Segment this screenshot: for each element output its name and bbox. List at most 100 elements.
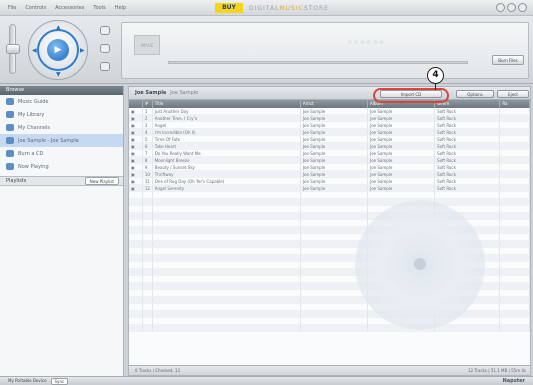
- track-check-icon[interactable]: ▣: [129, 150, 143, 156]
- track-check-icon[interactable]: ▣: [129, 108, 143, 114]
- empty-cell: [153, 227, 301, 233]
- empty-cell: [500, 318, 530, 324]
- empty-cell: [129, 241, 143, 247]
- sidebar-item-channels[interactable]: My Channels: [0, 121, 123, 134]
- menu-help[interactable]: Help: [115, 5, 126, 11]
- sidebar-item-album[interactable]: Joe Sample - Joe Sample: [0, 134, 123, 147]
- track-artist: Joe Sample: [301, 122, 369, 128]
- sidebar-item-label: My Library: [18, 111, 45, 118]
- store-branding: BUY DIGITALMUSICSTORE: [215, 3, 329, 13]
- player-controls: ▲ ▼ ◀ ▶ ▶ IMAGE ☆☆☆☆☆☆ Burn Files: [0, 16, 533, 84]
- rating-stars[interactable]: ☆☆☆☆☆☆: [347, 39, 385, 46]
- empty-cell: [129, 248, 143, 254]
- play-icon[interactable]: ▶: [47, 39, 69, 61]
- empty-cell: [143, 276, 153, 282]
- maximize-icon[interactable]: [507, 3, 516, 12]
- track-check-icon[interactable]: ▣: [129, 136, 143, 142]
- close-icon[interactable]: [518, 3, 527, 12]
- column-rating[interactable]: Ra: [500, 100, 530, 108]
- empty-cell: [153, 318, 301, 324]
- empty-cell: [143, 325, 153, 331]
- volume-knob[interactable]: [6, 44, 20, 54]
- table-row[interactable]: ▣ 2 Another Time, I Cry'n Joe Sample Joe Sam…: [129, 115, 530, 122]
- album-art: IMAGE: [134, 35, 160, 55]
- next-icon[interactable]: ▶: [80, 47, 85, 54]
- table-row[interactable]: ▣ 5 Time Of Fate Joe Sample Joe Sample Soft R…: [129, 136, 530, 143]
- repeat-icon[interactable]: [100, 26, 110, 35]
- volume-down-icon[interactable]: ▼: [56, 71, 61, 78]
- column-check[interactable]: [129, 100, 143, 108]
- new-playlist-button[interactable]: New Playlist: [84, 177, 119, 185]
- column-title[interactable]: Title: [153, 100, 301, 108]
- mute-icon[interactable]: [100, 62, 110, 71]
- playback-wheel: ▲ ▼ ◀ ▶ ▶: [28, 20, 88, 80]
- progress-bar[interactable]: [168, 61, 468, 64]
- browse-header: Browse: [0, 86, 123, 95]
- volume-up-icon[interactable]: ▲: [56, 24, 61, 31]
- track-check-icon[interactable]: ▣: [129, 178, 143, 184]
- menu-tools[interactable]: Tools: [93, 5, 105, 11]
- status-bar: 0 Tracks | Checked: 12 12 Tracks | 51.1 …: [129, 365, 530, 375]
- table-row[interactable]: ▣ 3 Angel Joe Sample Joe Sample Soft Rock: [129, 122, 530, 129]
- track-artist: Joe Sample: [301, 171, 369, 177]
- empty-cell: [500, 290, 530, 296]
- table-row[interactable]: ▣ 1 Just Another Day Joe Sample Joe Sample So…: [129, 108, 530, 115]
- burn-files-button[interactable]: Burn Files: [492, 55, 524, 65]
- table-row[interactable]: ▣ 4 I'm Incredible (Oh Il) Joe Sample Joe Sa…: [129, 129, 530, 136]
- shuffle-icon[interactable]: [100, 44, 110, 53]
- sync-button[interactable]: Sync: [50, 378, 69, 385]
- empty-cell: [153, 304, 301, 310]
- empty-cell: [143, 213, 153, 219]
- table-row[interactable]: ▣ 12 Angel Serenity Joe Sample Joe Sample Sof…: [129, 185, 530, 192]
- table-row[interactable]: ▣ 9 Beauty / Sunset Sky Joe Sample Joe Sampl…: [129, 164, 530, 171]
- eject-button[interactable]: Eject: [497, 90, 529, 98]
- sidebar-item-now-playing[interactable]: Now Playing: [0, 160, 123, 173]
- track-check-icon[interactable]: ▣: [129, 185, 143, 191]
- table-row[interactable]: ▣ 10 Thriftway Joe Sample Joe Sample Soft Roc…: [129, 171, 530, 178]
- empty-cell: [153, 255, 301, 261]
- track-check-icon[interactable]: ▣: [129, 157, 143, 163]
- menu-controls[interactable]: Controls: [25, 5, 46, 11]
- column-artist[interactable]: Artist: [301, 100, 369, 108]
- empty-cell: [301, 227, 369, 233]
- empty-cell: [153, 234, 301, 240]
- sidebar-item-library[interactable]: My Library: [0, 108, 123, 121]
- callout-connector: [435, 83, 436, 90]
- track-check-icon[interactable]: ▣: [129, 129, 143, 135]
- track-album: Joe Sample: [368, 171, 436, 177]
- empty-cell: [153, 297, 301, 303]
- table-row[interactable]: ▣ 8 Moonlight Breeze Joe Sample Joe Sample So…: [129, 157, 530, 164]
- track-check-icon[interactable]: ▣: [129, 115, 143, 121]
- track-number: 10: [143, 171, 153, 177]
- track-check-icon[interactable]: ▣: [129, 171, 143, 177]
- empty-cell: [301, 318, 369, 324]
- menu-file[interactable]: File: [8, 5, 16, 11]
- empty-cell: [143, 290, 153, 296]
- column-number[interactable]: #: [143, 100, 153, 108]
- track-number: 4: [143, 129, 153, 135]
- track-check-icon[interactable]: ▣: [129, 164, 143, 170]
- track-genre: Soft Rock: [435, 122, 501, 128]
- track-number: 11: [143, 178, 153, 184]
- track-title: Thriftway: [153, 171, 301, 177]
- sidebar: Browse Music Guide My Library My Channel…: [0, 86, 124, 376]
- table-row[interactable]: ▣ 11 One of Rug Day (Oh Yer's Capable) Joe …: [129, 178, 530, 185]
- table-row[interactable]: ▣ 7 Do You Really Want Me Joe Sample Joe Sam…: [129, 150, 530, 157]
- track-check-icon[interactable]: ▣: [129, 143, 143, 149]
- sidebar-item-music-guide[interactable]: Music Guide: [0, 95, 123, 108]
- options-button[interactable]: Options: [456, 90, 494, 98]
- library-icon: [6, 111, 14, 118]
- track-check-icon[interactable]: ▣: [129, 122, 143, 128]
- track-genre: Soft Rock: [435, 129, 501, 135]
- track-title: Another Time, I Cry'n: [153, 115, 301, 121]
- sidebar-item-burn-cd[interactable]: Burn a CD: [0, 147, 123, 160]
- track-rating: [500, 178, 530, 184]
- device-area: My Portable Device Sync: [8, 378, 69, 385]
- empty-cell: [143, 297, 153, 303]
- empty-cell: [129, 192, 143, 198]
- table-row[interactable]: ▣ 6 Take Heart Joe Sample Joe Sample Soft Roc…: [129, 143, 530, 150]
- previous-icon[interactable]: ◀: [32, 47, 37, 54]
- minimize-icon[interactable]: [496, 3, 505, 12]
- track-genre: Soft Rock: [435, 150, 501, 156]
- menu-accessories[interactable]: Accessories: [55, 5, 84, 11]
